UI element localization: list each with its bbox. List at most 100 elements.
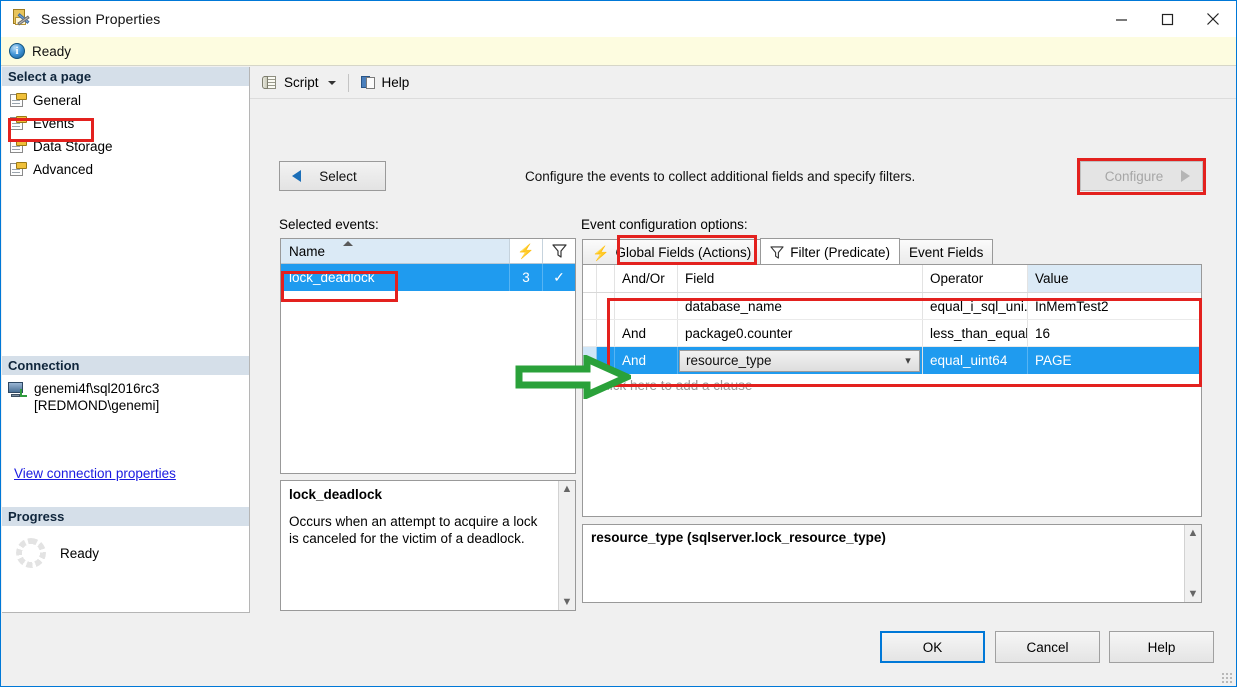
help-button-footer[interactable]: Help — [1109, 631, 1214, 663]
maximize-icon[interactable] — [1144, 1, 1190, 37]
configure-button[interactable]: Configure — [1080, 161, 1203, 191]
sidebar-item-advanced[interactable]: Advanced — [2, 158, 249, 181]
connection-section: Connection genemi4f\sql2016rc3 [REDMOND\… — [2, 356, 249, 481]
help-button[interactable]: Help — [357, 72, 414, 94]
page-list: General Events Data Storage Advanced — [2, 86, 249, 181]
left-pane: Select a page General Events Data Storag… — [2, 67, 250, 613]
events-column-filter[interactable] — [542, 239, 575, 263]
lightning-icon: ⚡ — [517, 243, 535, 259]
filter-description-scrollbar[interactable]: ▲ ▼ — [1184, 525, 1201, 602]
cancel-button[interactable]: Cancel — [995, 631, 1100, 663]
progress-spinner-icon — [16, 538, 46, 568]
scroll-up-icon[interactable]: ▲ — [1188, 528, 1199, 539]
window-controls — [1098, 1, 1236, 37]
scroll-down-icon[interactable]: ▼ — [1188, 589, 1199, 600]
ok-button[interactable]: OK — [880, 631, 985, 663]
page-icon — [10, 93, 27, 108]
row-indicator — [597, 320, 615, 346]
chevron-down-icon[interactable] — [327, 80, 336, 85]
help-icon — [360, 75, 377, 91]
filter-description-panel: resource_type (sqlserver.lock_resource_t… — [582, 524, 1202, 603]
add-clause-row[interactable]: Click here to add a clause — [583, 374, 1201, 396]
event-description-scrollbar[interactable]: ▲ ▼ — [558, 481, 575, 610]
filter-operator-cell[interactable]: equal_uint64 — [923, 347, 1028, 374]
sidebar-item-label: General — [33, 93, 82, 108]
script-icon — [262, 75, 279, 91]
tab-filter-predicate[interactable]: Filter (Predicate) — [760, 238, 901, 265]
filter-column-value[interactable]: Value — [1028, 265, 1201, 292]
script-label: Script — [284, 75, 319, 90]
row-selector[interactable] — [583, 293, 597, 319]
sidebar-item-events[interactable]: Events — [2, 112, 249, 135]
select-a-page-header: Select a page — [2, 67, 249, 86]
help-label: Help — [381, 75, 410, 90]
filter-operator-cell[interactable]: less_than_equal... — [923, 320, 1028, 346]
view-connection-properties-link[interactable]: View connection properties — [8, 466, 176, 481]
filter-andor-cell[interactable] — [615, 293, 678, 319]
toolbar: Script Help — [250, 67, 1236, 99]
scroll-down-icon[interactable]: ▼ — [562, 597, 573, 608]
row-selector[interactable] — [583, 347, 597, 374]
filter-field-cell[interactable]: database_name — [678, 293, 923, 319]
filter-value-cell[interactable]: PAGE — [1028, 347, 1201, 374]
scroll-up-icon[interactable]: ▲ — [562, 484, 573, 495]
progress-section: Progress Ready — [2, 507, 249, 568]
configure-button-label: Configure — [1104, 168, 1164, 184]
sidebar-item-label: Advanced — [33, 162, 94, 177]
lightning-icon: ⚡ — [592, 244, 610, 261]
script-button[interactable]: Script — [258, 72, 340, 94]
filter-description-title: resource_type (sqlserver.lock_resource_t… — [591, 530, 886, 545]
filter-field-combobox[interactable]: resource_type ▾ — [678, 347, 923, 374]
filter-andor-cell[interactable]: And — [615, 347, 678, 374]
selected-events-grid[interactable]: Name ⚡ lock_deadlock 3 ✓ — [280, 238, 576, 474]
page-icon — [10, 116, 27, 131]
resize-grip[interactable] — [1221, 672, 1233, 684]
filter-operator-cell[interactable]: equal_i_sql_uni... — [923, 293, 1028, 319]
status-text: Ready — [32, 43, 72, 59]
connection-details: genemi4f\sql2016rc3 [REDMOND\genemi] — [34, 380, 159, 414]
event-actions-count-cell: 3 — [509, 264, 542, 291]
selected-events-label: Selected events: — [279, 217, 379, 232]
sort-ascending-icon — [343, 241, 353, 246]
filter-column-andor[interactable]: And/Or — [615, 265, 678, 292]
select-button-label: Select — [319, 168, 357, 184]
dialog-footer: OK Cancel Help — [2, 613, 1236, 686]
triangle-right-icon — [1181, 170, 1190, 182]
cancel-button-label: Cancel — [1026, 639, 1069, 655]
filter-column-operator[interactable]: Operator — [923, 265, 1028, 292]
filter-field-cell[interactable]: package0.counter — [678, 320, 923, 346]
close-icon[interactable] — [1190, 1, 1236, 37]
event-config-label: Event configuration options: — [581, 217, 748, 232]
select-button[interactable]: Select — [279, 161, 386, 191]
minimize-icon[interactable] — [1098, 1, 1144, 37]
tab-event-fields[interactable]: Event Fields — [899, 239, 994, 265]
session-properties-window: Session Properties i Ready Select a page… — [0, 0, 1237, 687]
table-row[interactable]: lock_deadlock 3 ✓ — [281, 264, 575, 291]
event-name-cell: lock_deadlock — [289, 270, 375, 285]
sidebar-item-data-storage[interactable]: Data Storage — [2, 135, 249, 158]
server-icon — [8, 382, 28, 399]
triangle-left-icon — [292, 170, 301, 182]
page-instruction: Configure the events to collect addition… — [525, 169, 916, 184]
filter-andor-cell[interactable]: And — [615, 320, 678, 346]
connection-server: genemi4f\sql2016rc3 — [34, 381, 160, 396]
tab-filter-predicate-label: Filter (Predicate) — [790, 244, 891, 260]
filter-value-cell[interactable]: 16 — [1028, 320, 1201, 346]
row-selector[interactable] — [583, 320, 597, 346]
events-column-actions[interactable]: ⚡ — [509, 239, 542, 263]
right-pane: Script Help Select Configure the events … — [250, 67, 1236, 613]
table-row[interactable]: database_name equal_i_sql_uni... InMemTe… — [583, 293, 1201, 320]
filter-value-cell[interactable]: InMemTest2 — [1028, 293, 1201, 319]
sidebar-item-label: Data Storage — [33, 139, 113, 154]
event-config-tabs: ⚡ Global Fields (Actions) Filter (Predic… — [582, 238, 1202, 265]
chevron-down-icon[interactable]: ▾ — [897, 354, 919, 367]
events-column-name[interactable]: Name — [281, 239, 509, 263]
tab-global-fields[interactable]: ⚡ Global Fields (Actions) — [582, 239, 762, 265]
filter-predicate-grid[interactable]: And/Or Field Operator Value database_nam… — [582, 264, 1202, 517]
sidebar-item-general[interactable]: General — [2, 89, 249, 112]
filter-column-field[interactable]: Field — [678, 265, 923, 292]
table-row[interactable]: And resource_type ▾ equal_uint64 PAGE — [583, 347, 1201, 374]
events-grid-header: Name ⚡ — [281, 239, 575, 264]
table-row[interactable]: And package0.counter less_than_equal... … — [583, 320, 1201, 347]
funnel-icon — [551, 244, 567, 258]
